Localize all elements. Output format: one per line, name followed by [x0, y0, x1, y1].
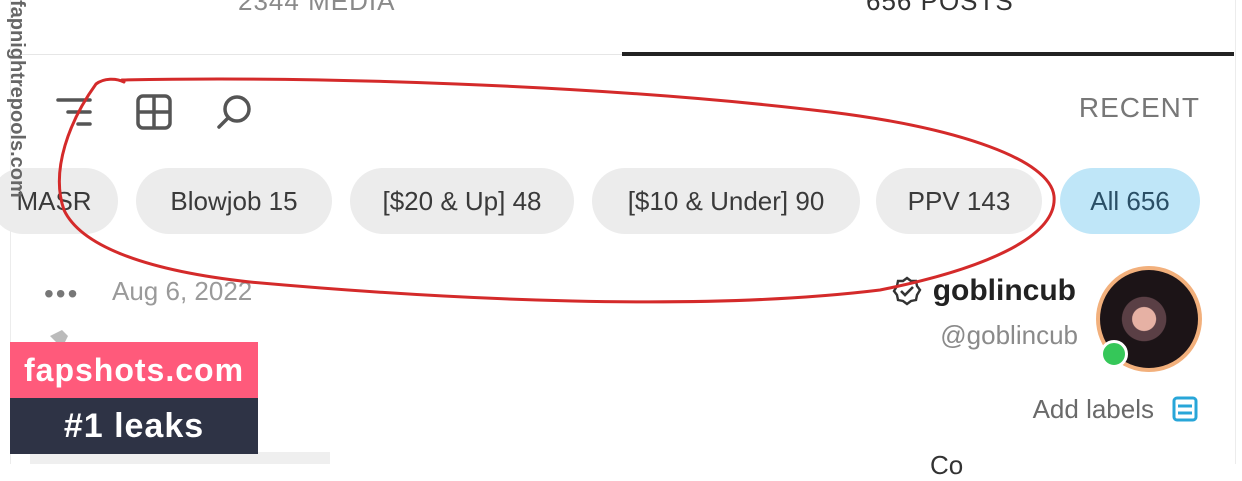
chip-10-and-under[interactable]: [$10 & Under] 90	[592, 168, 860, 234]
tab-media-label: 2344 MEDIA	[238, 0, 396, 16]
display-name[interactable]: goblincub	[933, 274, 1076, 308]
side-watermark: fapnightrepools.com	[6, 0, 28, 198]
tab-posts[interactable]: 656 POSTS	[622, 0, 1234, 56]
chip-20-and-up[interactable]: [$20 & Up] 48	[350, 168, 574, 234]
promo-banner-tagline: #1 leaks	[10, 398, 258, 454]
tab-posts-label: 656 POSTS	[866, 0, 1014, 16]
promo-banner-site: fapshots.com	[10, 342, 258, 398]
chip-ppv[interactable]: PPV 143	[876, 168, 1042, 234]
profile-tabs: 2344 MEDIA 656 POSTS	[10, 0, 1234, 56]
sort-recent-label[interactable]: RECENT	[1079, 92, 1200, 124]
filter-chip-bar: All 656 PPV 143 [$10 & Under] 90 [$20 & …	[0, 168, 1242, 234]
sort-icon[interactable]	[54, 92, 94, 132]
verified-badge-icon	[892, 276, 922, 306]
online-status-dot	[1100, 340, 1128, 368]
active-tab-indicator	[622, 52, 1234, 56]
label-icon[interactable]	[1170, 394, 1200, 424]
more-options-icon[interactable]: •••	[44, 278, 79, 310]
username[interactable]: @goblincub	[940, 320, 1078, 351]
chip-all[interactable]: All 656	[1060, 168, 1200, 234]
tab-media[interactable]: 2344 MEDIA	[10, 0, 622, 54]
chip-blowjob[interactable]: Blowjob 15	[136, 168, 332, 234]
add-labels-link[interactable]: Add labels	[1033, 394, 1154, 425]
search-icon[interactable]	[214, 92, 254, 132]
post-date: Aug 6, 2022	[112, 276, 253, 306]
post-caption: Co	[930, 450, 964, 480]
grid-icon[interactable]	[134, 92, 174, 132]
